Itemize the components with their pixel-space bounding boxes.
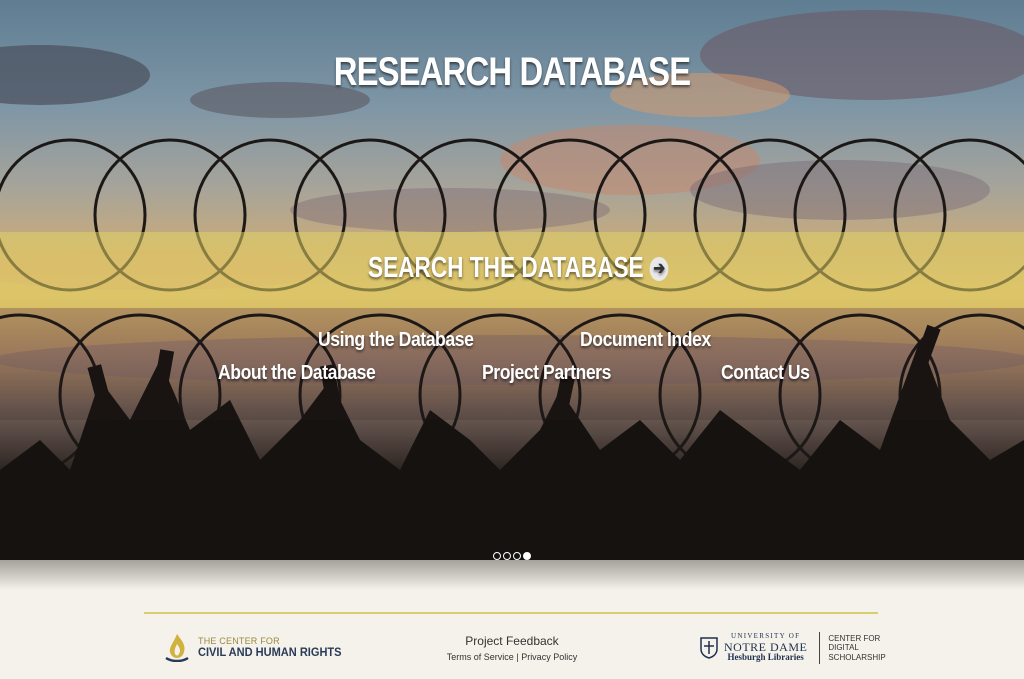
carousel-dot-active[interactable] — [523, 552, 531, 560]
notre-dame-logo-link[interactable]: UNIVERSITY OF NOTRE DAME Hesburgh Librar… — [700, 632, 886, 664]
nav-project-partners[interactable]: Project Partners — [482, 362, 611, 385]
shield-icon — [700, 637, 718, 659]
nav-contact-us[interactable]: Contact Us — [721, 362, 810, 385]
nd-libraries-label: Hesburgh Libraries — [727, 652, 804, 663]
cds-line-2: DIGITAL — [828, 643, 859, 653]
cds-line-3: SCHOLARSHIP — [828, 652, 886, 662]
nav-using-the-database[interactable]: Using the Database — [318, 329, 474, 352]
search-database-label: SEARCH THE DATABASE — [368, 252, 644, 284]
search-database-link[interactable]: SEARCH THE DATABASE ➔ — [368, 252, 669, 285]
cds-logo: CENTER for DIGITAL SCHOLARSHIP — [828, 634, 885, 662]
project-feedback-link[interactable]: Project Feedback — [465, 634, 558, 648]
logo-divider — [819, 632, 821, 664]
nav-about-the-database[interactable]: About the Database — [218, 362, 376, 385]
carousel-dot[interactable] — [503, 552, 511, 560]
hero-banner: RESEARCH DATABASE SEARCH THE DATABASE ➔ … — [0, 0, 1024, 590]
legal-separator: | — [516, 652, 519, 662]
privacy-policy-link[interactable]: Privacy Policy — [521, 652, 577, 662]
arrow-right-circle-icon: ➔ — [649, 256, 669, 281]
footer-divider — [144, 612, 878, 614]
nav-document-index[interactable]: Document Index — [580, 329, 711, 352]
carousel-dot[interactable] — [513, 552, 521, 560]
carousel-indicators — [493, 552, 531, 560]
page-title: RESEARCH DATABASE — [333, 50, 691, 94]
terms-of-service-link[interactable]: Terms of Service — [447, 652, 514, 662]
carousel-dot[interactable] — [493, 552, 501, 560]
cds-line-1: CENTER for — [828, 634, 881, 644]
